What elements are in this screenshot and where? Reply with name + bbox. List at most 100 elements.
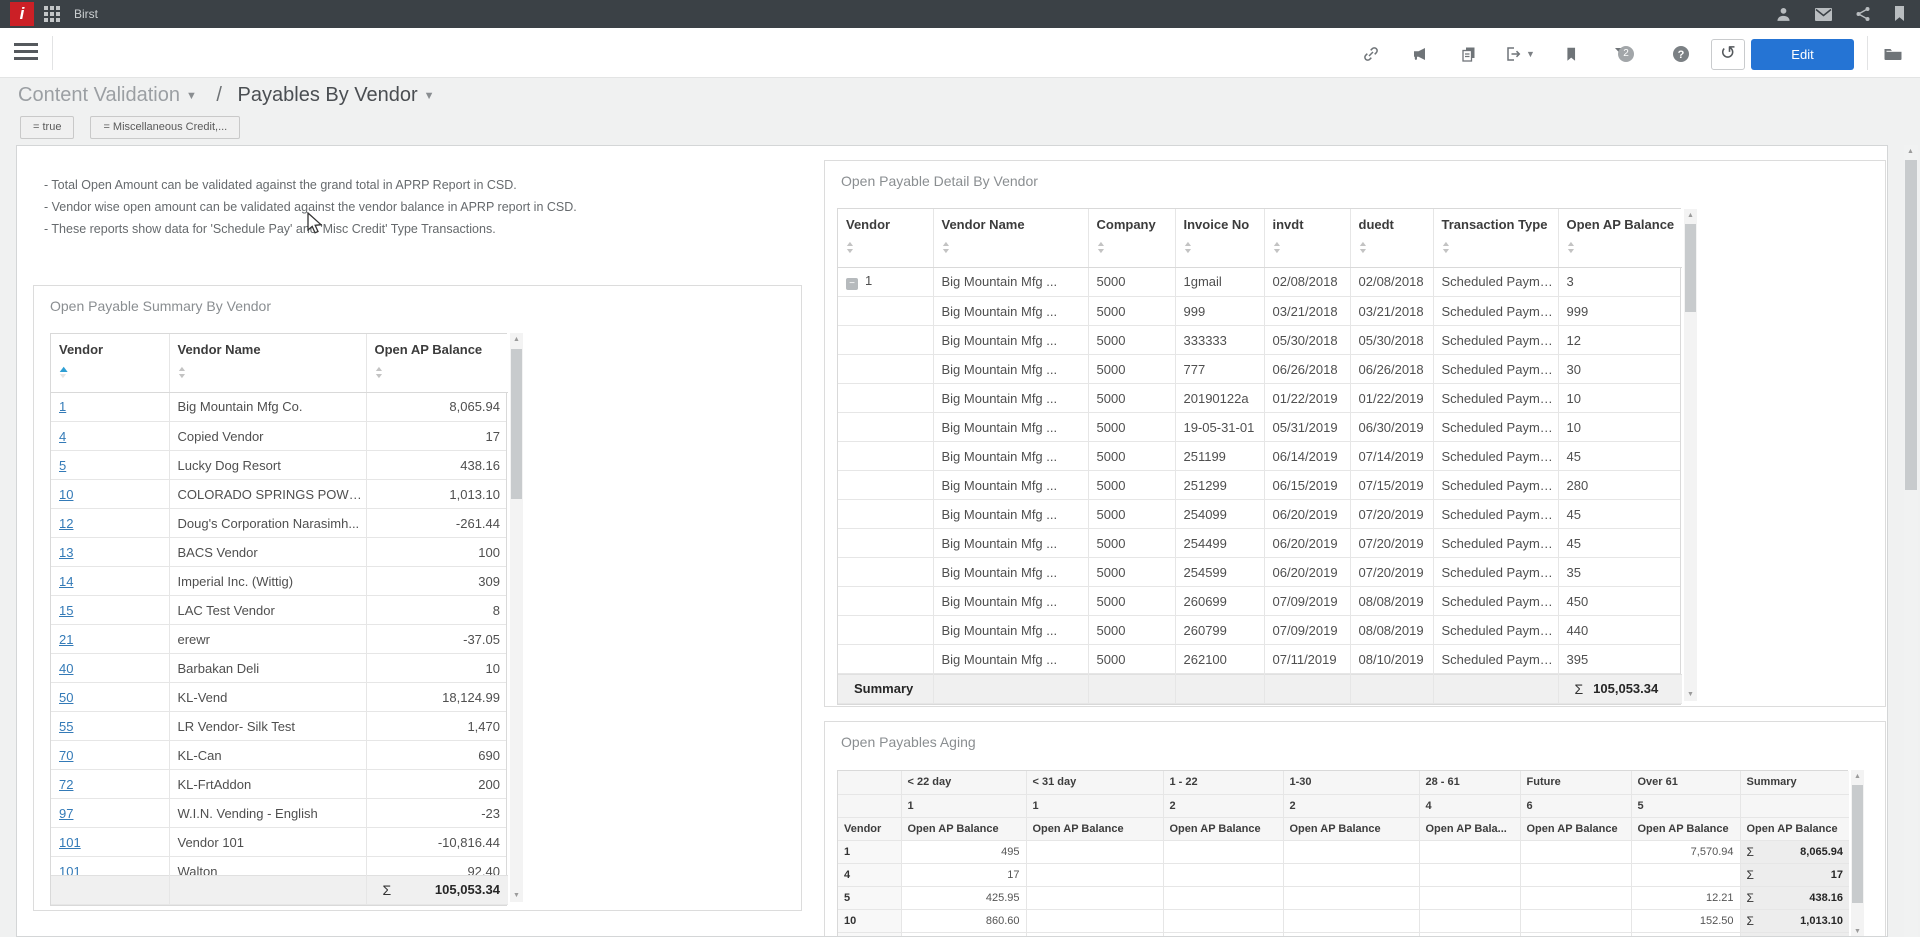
panel-title: Open Payables Aging [841, 734, 976, 750]
col-header-transaction-type[interactable]: Transaction Type ▲▼ [1433, 209, 1558, 267]
col-header-duedt[interactable]: duedt ▲▼ [1350, 209, 1433, 267]
folder-icon[interactable] [1882, 43, 1904, 65]
aging-measure-row: Vendor Open AP Balance Open AP Balance O… [838, 817, 1849, 840]
scroll-up-arrow[interactable]: ▲ [510, 336, 523, 343]
sort-control[interactable]: ▲▼ [1442, 241, 1558, 255]
copy-icon[interactable] [1458, 43, 1480, 65]
breadcrumb-parent[interactable]: Content Validation [18, 84, 180, 106]
user-icon[interactable] [1775, 6, 1792, 23]
scroll-up-arrow[interactable]: ▲ [1851, 773, 1864, 780]
table-row: Big Mountain Mfg ...500020190122a01/22/2… [838, 384, 1680, 413]
col-header-vendor-name[interactable]: Vendor Name ▲▼ [933, 209, 1088, 267]
col-header-vendor[interactable]: Vendor ▲▼ [838, 209, 933, 267]
sort-control[interactable]: ▲▼ [1184, 241, 1264, 255]
col-header-vendor[interactable]: Vendor ▲▼ [51, 334, 169, 392]
sort-control[interactable]: ▲▼ [1097, 241, 1175, 255]
scroll-thumb[interactable] [1685, 224, 1696, 312]
bucket-cell [1026, 840, 1163, 863]
col-header-company[interactable]: Company ▲▼ [1088, 209, 1175, 267]
sort-control[interactable]: ▲▼ [375, 366, 509, 380]
bucket-cell [1163, 863, 1283, 886]
scrollbar[interactable]: ▲ ▼ [510, 333, 523, 902]
vendor-link[interactable]: 4 [59, 429, 66, 444]
bookmark-filled-icon[interactable] [1560, 43, 1582, 65]
summary-table: Vendor ▲▼ Vendor Name ▲▼ Open AP Balance… [50, 333, 507, 906]
vendor-name-cell: Big Mountain Mfg ... [933, 355, 1088, 384]
panel-title: Open Payable Summary By Vendor [50, 298, 271, 314]
vendor-link[interactable]: 72 [59, 777, 73, 792]
col-header-balance[interactable]: Open AP Balance ▲▼ [366, 334, 508, 392]
sort-control[interactable]: ▲▼ [178, 366, 366, 380]
balance-cell: 200 [366, 770, 506, 799]
export-icon[interactable]: ▼ [1502, 43, 1536, 65]
bucket-header: Future [1520, 771, 1631, 794]
col-header-balance[interactable]: Open AP Balance ▲▼ [1558, 209, 1682, 267]
vendor-link[interactable]: 1 [59, 399, 66, 414]
mail-icon[interactable] [1814, 7, 1833, 22]
share-icon[interactable] [1855, 6, 1871, 22]
summary-table-body: 1Big Mountain Mfg Co.8,065.944Copied Ven… [51, 393, 506, 875]
scroll-up-arrow[interactable]: ▲ [1904, 148, 1917, 155]
vendor-link[interactable]: 40 [59, 661, 73, 676]
filter-icon[interactable]: 2 [1605, 43, 1639, 65]
menu-button[interactable] [14, 43, 38, 63]
scroll-down-arrow[interactable]: ▼ [1851, 928, 1864, 935]
vendor-link[interactable]: 15 [59, 603, 73, 618]
vendor-link[interactable]: 101 [59, 864, 81, 875]
link-icon[interactable] [1360, 43, 1382, 65]
table-row: Big Mountain Mfg ...500026069907/09/2019… [838, 587, 1680, 616]
scroll-down-arrow[interactable]: ▼ [1684, 691, 1697, 698]
megaphone-icon[interactable] [1409, 43, 1431, 65]
vendor-link[interactable]: 50 [59, 690, 73, 705]
vendor-link[interactable]: 55 [59, 719, 73, 734]
vendor-cell [838, 384, 933, 413]
bucket-cell [1163, 886, 1283, 909]
vendor-link[interactable]: 101 [59, 835, 81, 850]
scrollbar[interactable]: ▲ ▼ [1684, 209, 1697, 701]
vendor-link[interactable]: 12 [59, 516, 73, 531]
col-header-invoice-no[interactable]: Invoice No ▲▼ [1175, 209, 1264, 267]
col-header-vendor-name[interactable]: Vendor Name ▲▼ [169, 334, 366, 392]
scrollbar[interactable]: ▲ ▼ [1851, 770, 1864, 937]
col-header-invdt[interactable]: invdt ▲▼ [1264, 209, 1350, 267]
filter-chip-misc-credit[interactable]: = Miscellaneous Credit,... [90, 116, 240, 139]
page-scrollbar[interactable]: ▲ [1904, 145, 1918, 937]
sort-control[interactable]: ▲▼ [1359, 241, 1433, 255]
scroll-up-arrow[interactable]: ▲ [1684, 212, 1697, 219]
edit-button[interactable]: Edit [1751, 39, 1854, 70]
scroll-thumb[interactable] [1852, 785, 1863, 903]
vendor-link[interactable]: 70 [59, 748, 73, 763]
vendor-cell: 72 [51, 770, 169, 799]
table-row: Big Mountain Mfg ...500025459906/20/2019… [838, 558, 1680, 587]
vendor-link[interactable]: 21 [59, 632, 73, 647]
vendor-link[interactable]: 13 [59, 545, 73, 560]
infor-logo[interactable]: i [10, 2, 34, 26]
balance-cell: 8,065.94 [366, 393, 506, 422]
collapse-icon[interactable]: − [846, 278, 858, 290]
scroll-thumb[interactable] [511, 349, 522, 499]
table-row: 21erewr-37.05 [51, 625, 506, 654]
bookmark-icon[interactable] [1893, 6, 1906, 22]
sort-control[interactable]: ▲▼ [846, 241, 933, 255]
scroll-down-arrow[interactable]: ▼ [510, 892, 523, 899]
duedt-cell: 01/22/2019 [1350, 384, 1433, 413]
vendor-link[interactable]: 97 [59, 806, 73, 821]
scroll-thumb[interactable] [1905, 160, 1917, 490]
app-grid-icon[interactable] [44, 6, 61, 23]
summary-cell: Σ17 [1740, 863, 1849, 886]
vendor-link[interactable]: 5 [59, 458, 66, 473]
help-icon[interactable]: ? [1670, 43, 1692, 65]
vendor-link[interactable]: 14 [59, 574, 73, 589]
sort-control[interactable]: ▲▼ [1273, 241, 1350, 255]
vendor-name-cell: Lucky Dog Resort [169, 451, 366, 480]
company-cell: 5000 [1088, 297, 1175, 326]
sort-control[interactable]: ▲▼ [942, 241, 1088, 255]
sort-control[interactable]: ▲▼ [59, 366, 169, 380]
breadcrumb-current[interactable]: Payables By Vendor [238, 84, 418, 106]
filter-chip-true[interactable]: = true [20, 116, 74, 139]
refresh-button[interactable]: ↺ [1711, 39, 1745, 70]
duedt-cell: 08/10/2019 [1350, 645, 1433, 674]
sort-control[interactable]: ▲▼ [1567, 241, 1683, 255]
vendor-link[interactable]: 10 [59, 487, 73, 502]
transaction-type-cell: Scheduled Payme... [1433, 587, 1558, 616]
